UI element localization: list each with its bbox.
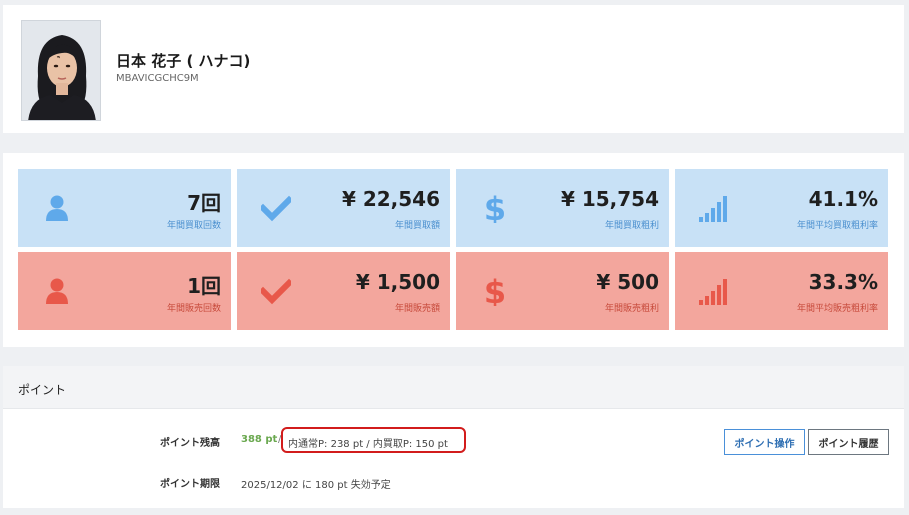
profile-photo [21,20,101,121]
stat-label: 年間販売額 [394,304,440,314]
svg-text:$: $ [484,193,506,223]
points-panel: ポイント ポイント残高 388 pt / 内通常P: 238 pt / 内買取P… [3,366,904,508]
stat-label: 年間平均販売粗利率 [796,304,878,314]
profile-card: 日本 花子 ( ハナコ) MBAVICGCHC9M [3,5,904,133]
stat-value: ¥ 22,546 [341,187,440,211]
points-balance-label: ポイント残高 [160,438,220,449]
points-expiry-label: ポイント期限 [160,479,220,490]
point-history-button[interactable]: ポイント履歴 [808,429,889,455]
stats-panel: 7回 年間買取回数 ¥ 22,546 年間買取額 $ ¥ 15,754 年間買取… [3,153,904,347]
stat-tile-annual-purchase-amount: ¥ 22,546 年間買取額 [237,169,450,247]
stat-tile-annual-purchase-profit: $ ¥ 15,754 年間買取粗利 [456,169,669,247]
stat-label: 年間販売粗利 [604,304,659,314]
stat-value: 41.1% [808,187,878,211]
stat-value: ¥ 1,500 [355,270,440,294]
points-expiry-value: 2025/12/02 に 180 pt 失効予定 [241,480,391,491]
stat-label: 年間販売回数 [166,304,221,314]
stat-tile-annual-purchase-count: 7回 年間買取回数 [18,169,231,247]
points-title: ポイント [18,383,67,397]
stat-label: 年間買取額 [394,221,440,231]
stat-tile-annual-sales-margin: 33.3% 年間平均販売粗利率 [675,252,888,330]
points-balance-value: 388 pt [241,434,278,445]
dollar-icon: $ [484,193,506,223]
customer-name: 日本 花子 ( ハナコ) [116,52,251,70]
signal-bars-icon [699,279,727,305]
stat-label: 年間平均買取粗利率 [796,221,878,231]
stat-tile-annual-sales-count: 1回 年間販売回数 [18,252,231,330]
stat-value: 7回 [187,191,221,215]
stat-value: ¥ 15,754 [560,187,659,211]
signal-bars-icon [699,196,727,222]
check-icon [261,278,291,305]
stat-label: 年間買取回数 [166,221,221,231]
stat-label: 年間買取粗利 [604,221,659,231]
stat-value: 1回 [187,274,221,298]
stat-value: 33.3% [808,270,878,294]
points-breakdown: 内通常P: 238 pt / 内買取P: 150 pt [281,427,466,453]
dollar-icon: $ [484,276,506,306]
user-icon [46,195,68,221]
check-icon [261,195,291,222]
user-icon [46,278,68,304]
stat-tile-annual-sales-amount: ¥ 1,500 年間販売額 [237,252,450,330]
stat-value: ¥ 500 [596,270,659,294]
stat-tile-annual-purchase-margin: 41.1% 年間平均買取粗利率 [675,169,888,247]
svg-text:$: $ [484,276,506,306]
stat-tile-annual-sales-profit: $ ¥ 500 年間販売粗利 [456,252,669,330]
customer-code: MBAVICGCHC9M [116,73,199,84]
point-operation-button[interactable]: ポイント操作 [724,429,805,455]
points-header: ポイント [3,366,904,409]
